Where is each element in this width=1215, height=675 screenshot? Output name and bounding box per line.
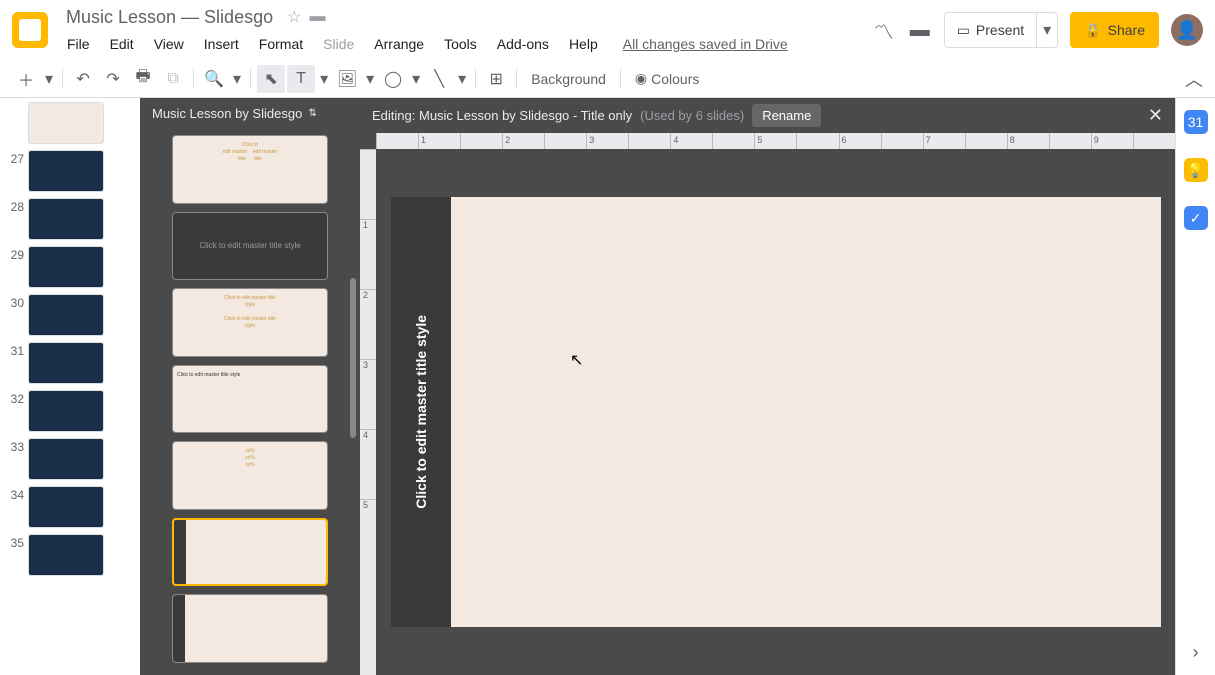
master-scrollbar[interactable]: [350, 278, 356, 438]
slide-thumbnail[interactable]: [28, 486, 104, 528]
slide-thumbnail[interactable]: [28, 534, 104, 576]
menu-addons[interactable]: Add-ons: [490, 32, 556, 56]
keep-sidebar-icon[interactable]: 💡: [1184, 158, 1208, 182]
doc-title[interactable]: Music Lesson — Slidesgo: [60, 5, 279, 30]
slide-number: [4, 102, 24, 104]
menu-slide[interactable]: Slide: [316, 32, 361, 56]
master-layout-thumbnail[interactable]: Click to edit master titlestyleClick to …: [172, 288, 328, 357]
menu-arrange[interactable]: Arrange: [367, 32, 431, 56]
comments-icon[interactable]: ▬: [908, 18, 932, 42]
expand-sidebar-icon[interactable]: ›: [1193, 642, 1199, 663]
master-dropdown-title[interactable]: Music Lesson by Slidesgo: [152, 106, 302, 121]
tasks-sidebar-icon[interactable]: ✓: [1184, 206, 1208, 230]
master-layout-thumbnail[interactable]: [172, 518, 328, 587]
present-label: Present: [976, 22, 1024, 38]
account-avatar[interactable]: 👤: [1171, 14, 1203, 46]
select-tool[interactable]: ⬉: [257, 65, 285, 93]
new-slide-button[interactable]: ＋: [12, 65, 40, 93]
title-placeholder[interactable]: Click to edit master title style: [413, 315, 429, 509]
calendar-sidebar-icon[interactable]: 31: [1184, 110, 1208, 134]
slide-thumbnail[interactable]: [28, 102, 104, 144]
menu-edit[interactable]: Edit: [103, 32, 141, 56]
move-icon[interactable]: ▬: [309, 8, 325, 26]
line-tool[interactable]: ╲: [425, 65, 453, 93]
slide-thumbnail[interactable]: [28, 294, 104, 336]
slide-number: 30: [4, 294, 24, 310]
menu-file[interactable]: File: [60, 32, 97, 56]
undo-button[interactable]: ↶: [69, 65, 97, 93]
master-layout-thumbnail[interactable]: [172, 594, 328, 663]
print-button[interactable]: 🖶: [129, 65, 157, 93]
slide-canvas[interactable]: Click to edit master title style: [391, 197, 1161, 627]
zoom-button[interactable]: 🔍: [200, 65, 228, 93]
slide-number: 29: [4, 246, 24, 262]
master-dropdown-icon[interactable]: ⇅: [308, 108, 316, 119]
slide-number: 35: [4, 534, 24, 550]
horizontal-ruler[interactable]: 123456789: [376, 133, 1175, 149]
present-button[interactable]: ▭ Present: [945, 22, 1036, 39]
master-layout-thumbnail[interactable]: xx%xx%xx%: [172, 441, 328, 510]
new-slide-dropdown[interactable]: ▾: [42, 65, 56, 93]
master-layout-thumbnail[interactable]: Click to edit master title style: [172, 365, 328, 434]
present-icon: ▭: [957, 22, 970, 39]
filmstrip[interactable]: 27 28 29 30 31 32 33 34 35: [0, 98, 140, 675]
menu-help[interactable]: Help: [562, 32, 605, 56]
palette-icon: ◉: [635, 70, 647, 87]
editing-label: Editing: Music Lesson by Slidesgo - Titl…: [372, 108, 632, 123]
activity-icon[interactable]: 〽: [872, 18, 896, 42]
slide-thumbnail[interactable]: [28, 438, 104, 480]
slides-logo[interactable]: [12, 12, 48, 48]
shape-dropdown[interactable]: ▾: [409, 65, 423, 93]
slide-number: 28: [4, 198, 24, 214]
zoom-dropdown[interactable]: ▾: [230, 65, 244, 93]
save-status[interactable]: All changes saved in Drive: [623, 36, 788, 52]
master-layout-thumbnail[interactable]: Click to edit master title style: [172, 212, 328, 281]
rename-button[interactable]: Rename: [752, 104, 821, 127]
shape-tool[interactable]: ◯: [379, 65, 407, 93]
star-icon[interactable]: ☆: [287, 7, 301, 27]
slide-number: 33: [4, 438, 24, 454]
vertical-ruler[interactable]: 12345: [360, 149, 376, 675]
menu-view[interactable]: View: [147, 32, 191, 56]
slide-thumbnail[interactable]: [28, 198, 104, 240]
menu-insert[interactable]: Insert: [197, 32, 246, 56]
slide-number: 34: [4, 486, 24, 502]
image-tool[interactable]: 🖼: [333, 65, 361, 93]
slide-thumbnail[interactable]: [28, 150, 104, 192]
redo-button[interactable]: ↷: [99, 65, 127, 93]
slide-thumbnail[interactable]: [28, 390, 104, 432]
menu-tools[interactable]: Tools: [437, 32, 484, 56]
master-layout-thumbnail[interactable]: Click toedit master edit mastertitle tit…: [172, 135, 328, 204]
textbox-dropdown[interactable]: ▾: [317, 65, 331, 93]
insert-placeholder-button[interactable]: ⊞: [482, 65, 510, 93]
paint-format-button[interactable]: ⧉: [159, 65, 187, 93]
background-button[interactable]: Background: [523, 71, 614, 87]
image-dropdown[interactable]: ▾: [363, 65, 377, 93]
share-label: Share: [1108, 22, 1145, 38]
textbox-tool[interactable]: T: [287, 65, 315, 93]
close-master-editor[interactable]: ✕: [1148, 105, 1163, 126]
used-by-label: (Used by 6 slides): [640, 108, 744, 123]
slide-number: 27: [4, 150, 24, 166]
slide-number: 31: [4, 342, 24, 358]
collapse-toolbar[interactable]: ︿: [1185, 66, 1203, 92]
colours-button[interactable]: ◉Colours: [627, 70, 707, 87]
lock-icon: 🔒: [1084, 22, 1101, 39]
present-dropdown[interactable]: ▾: [1036, 13, 1057, 47]
slide-thumbnail[interactable]: [28, 342, 104, 384]
menu-format[interactable]: Format: [252, 32, 310, 56]
slide-number: 32: [4, 390, 24, 406]
line-dropdown[interactable]: ▾: [455, 65, 469, 93]
canvas-area[interactable]: Click to edit master title style: [376, 149, 1175, 675]
share-button[interactable]: 🔒 Share: [1070, 12, 1159, 48]
slide-thumbnail[interactable]: [28, 246, 104, 288]
